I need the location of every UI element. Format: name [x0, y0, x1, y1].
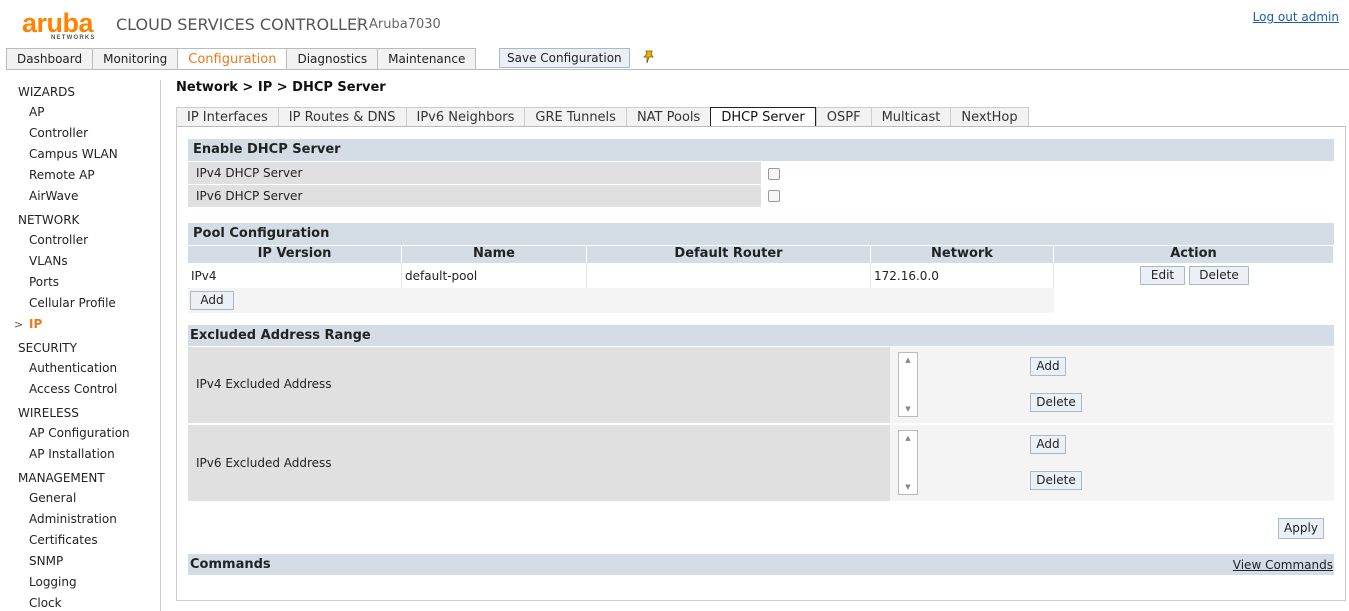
- view-commands-link[interactable]: View Commands: [1233, 558, 1333, 572]
- col-network: Network: [871, 246, 1054, 263]
- ipv4-dhcp-label: IPv4 DHCP Server: [188, 162, 761, 184]
- tab-maintenance[interactable]: Maintenance: [377, 48, 477, 70]
- tab-diagnostics[interactable]: Diagnostics: [286, 48, 378, 70]
- ipv6-excluded-delete-button[interactable]: Delete: [1030, 471, 1082, 490]
- tab-nexthop[interactable]: NextHop: [950, 107, 1029, 127]
- ipv6-dhcp-label: IPv6 DHCP Server: [188, 185, 761, 207]
- sidebar-item-ports[interactable]: Ports: [29, 275, 59, 289]
- pin-icon[interactable]: [641, 50, 655, 64]
- sidebar-item-access-control[interactable]: Access Control: [29, 382, 117, 396]
- scroll-down-icon[interactable]: ▼: [899, 483, 917, 491]
- ipv4-excluded-listbox[interactable]: ▲ ▼: [898, 352, 918, 417]
- sidebar-item-wizard-controller[interactable]: Controller: [29, 126, 88, 140]
- tab-dashboard[interactable]: Dashboard: [6, 48, 93, 70]
- sidebar-item-snmp[interactable]: SNMP: [29, 554, 63, 568]
- tab-gre-tunnels[interactable]: GRE Tunnels: [524, 107, 626, 127]
- sidebar-section-management: MANAGEMENT: [18, 471, 105, 485]
- sidebar-item-ap-installation[interactable]: AP Installation: [29, 447, 115, 461]
- pool-row-default-router: [587, 264, 871, 288]
- enable-dhcp-header: Enable DHCP Server: [188, 139, 1334, 161]
- aruba-logo-subtext: NETWORKS: [51, 35, 96, 41]
- excluded-range-header: Excluded Address Range: [188, 325, 1334, 346]
- sidebar-item-campus-wlan[interactable]: Campus WLAN: [29, 147, 118, 161]
- col-name: Name: [402, 246, 587, 263]
- sidebar-item-cellular-profile[interactable]: Cellular Profile: [29, 296, 116, 310]
- ipv6-excluded-label: IPv6 Excluded Address: [188, 425, 890, 501]
- sidebar-item-general[interactable]: General: [29, 491, 76, 505]
- commands-header: Commands: [188, 554, 1334, 575]
- scroll-down-icon[interactable]: ▼: [899, 405, 917, 413]
- aruba-logo: aruba: [22, 8, 94, 38]
- pool-config-header: Pool Configuration: [188, 223, 1334, 245]
- tab-ip-interfaces[interactable]: IP Interfaces: [176, 107, 278, 127]
- tab-ip-routes-dns[interactable]: IP Routes & DNS: [277, 107, 406, 127]
- sidebar-item-ip[interactable]: IP: [29, 317, 42, 331]
- sidebar-item-authentication[interactable]: Authentication: [29, 361, 117, 375]
- pool-row-ip-version: IPv4: [188, 264, 402, 288]
- ipv6-excluded-listbox[interactable]: ▲ ▼: [898, 430, 918, 495]
- tab-configuration[interactable]: Configuration: [177, 48, 287, 70]
- sidebar-item-logging[interactable]: Logging: [29, 575, 77, 589]
- ipv4-dhcp-checkbox[interactable]: [768, 168, 780, 180]
- ipv6-dhcp-checkbox[interactable]: [768, 190, 780, 202]
- sidebar-item-ap-configuration[interactable]: AP Configuration: [29, 426, 130, 440]
- sidebar-item-airwave[interactable]: AirWave: [29, 189, 78, 203]
- apply-button[interactable]: Apply: [1278, 518, 1324, 539]
- sidebar-item-clock[interactable]: Clock: [29, 596, 62, 610]
- app-title: CLOUD SERVICES CONTROLLER: [116, 15, 369, 34]
- ipv4-excluded-label: IPv4 Excluded Address: [188, 347, 890, 423]
- ip-sub-tabs: IP Interfaces IP Routes & DNS IPv6 Neigh…: [176, 107, 1029, 127]
- pool-row-name: default-pool: [402, 264, 587, 288]
- title-separator: |: [356, 16, 361, 32]
- active-item-arrow-icon: >: [14, 318, 24, 331]
- col-default-router: Default Router: [587, 246, 871, 263]
- tab-ospf[interactable]: OSPF: [815, 107, 871, 127]
- tab-monitoring[interactable]: Monitoring: [92, 48, 178, 70]
- save-configuration-button[interactable]: Save Configuration: [499, 48, 630, 68]
- sidebar-item-remote-ap[interactable]: Remote AP: [29, 168, 95, 182]
- ipv4-excluded-add-button[interactable]: Add: [1030, 357, 1066, 376]
- scroll-up-icon[interactable]: ▲: [899, 434, 917, 442]
- tab-nat-pools[interactable]: NAT Pools: [625, 107, 711, 127]
- pool-delete-button[interactable]: Delete: [1189, 266, 1249, 285]
- sidebar-section-network: NETWORK: [18, 213, 80, 227]
- pool-add-row: [188, 288, 1054, 313]
- nav-divider: [6, 69, 1349, 70]
- sidebar-section-security: SECURITY: [18, 341, 77, 355]
- sidebar-item-administration[interactable]: Administration: [29, 512, 117, 526]
- sidebar: WIZARDS AP Controller Campus WLAN Remote…: [0, 80, 161, 611]
- sidebar-item-network-controller[interactable]: Controller: [29, 233, 88, 247]
- pool-edit-button[interactable]: Edit: [1140, 266, 1185, 285]
- sidebar-section-wireless: WIRELESS: [18, 406, 79, 420]
- ipv4-excluded-cell: [890, 347, 1334, 423]
- tab-ipv6-neighbors[interactable]: IPv6 Neighbors: [405, 107, 525, 127]
- breadcrumb: Network > IP > DHCP Server: [176, 80, 386, 95]
- col-ip-version: IP Version: [188, 246, 402, 263]
- main-nav-tabs: Dashboard Monitoring Configuration Diagn…: [6, 48, 477, 70]
- sidebar-item-vlans[interactable]: VLANs: [29, 254, 68, 268]
- tab-multicast[interactable]: Multicast: [870, 107, 951, 127]
- sidebar-section-wizards: WIZARDS: [18, 85, 76, 99]
- ipv6-excluded-add-button[interactable]: Add: [1030, 435, 1066, 454]
- logout-link[interactable]: Log out admin: [1253, 10, 1339, 24]
- col-action: Action: [1054, 246, 1334, 263]
- controller-hostname: Aruba7030: [369, 17, 441, 32]
- tab-dhcp-server[interactable]: DHCP Server: [710, 107, 816, 127]
- ipv6-excluded-cell: [890, 425, 1334, 501]
- sidebar-item-wizard-ap[interactable]: AP: [29, 105, 44, 119]
- ipv4-excluded-delete-button[interactable]: Delete: [1030, 393, 1082, 412]
- sidebar-item-certificates[interactable]: Certificates: [29, 533, 98, 547]
- scroll-up-icon[interactable]: ▲: [899, 356, 917, 364]
- pool-add-button[interactable]: Add: [190, 291, 234, 310]
- pool-row-network: 172.16.0.0: [871, 264, 1054, 288]
